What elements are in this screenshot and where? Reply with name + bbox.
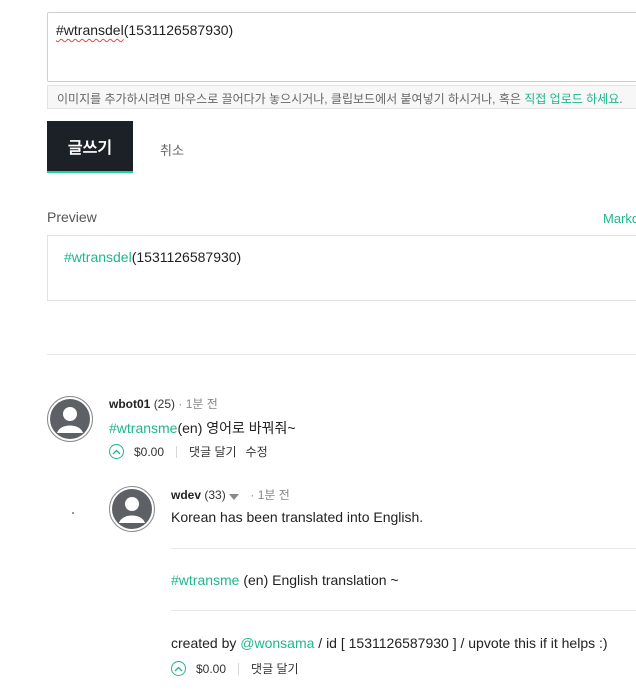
- created-by-label: created by: [171, 635, 241, 651]
- translation-line: #wtransme (en) English translation ~: [171, 572, 399, 588]
- preview-text: #wtransdel(1531126587930): [64, 249, 241, 265]
- editor-hashtag: #wtransdel: [56, 22, 124, 38]
- divider: [47, 354, 636, 355]
- cancel-button[interactable]: 취소: [160, 140, 184, 159]
- comment-hashtag[interactable]: #wtransme: [109, 420, 177, 436]
- upvote-icon[interactable]: [171, 661, 186, 676]
- avatar-icon: [50, 399, 90, 439]
- divider: [171, 548, 636, 549]
- reply-body: Korean has been translated into English.: [171, 509, 424, 525]
- reply-button[interactable]: 댓글 달기: [251, 660, 299, 677]
- divider: [171, 610, 636, 611]
- comment-time[interactable]: · 1분 전: [250, 488, 289, 502]
- payout[interactable]: $0.00: [134, 445, 164, 459]
- thread-dot: [72, 512, 74, 514]
- reply-button[interactable]: 댓글 달기: [189, 443, 237, 460]
- reply-author-line: wdev (33) · 1분 전: [171, 486, 290, 503]
- editor-id: (1531126587930): [123, 22, 234, 38]
- comment-text: (en) 영어로 바꿔줘~: [177, 420, 296, 436]
- upload-hint: 이미지를 추가하시려면 마우스로 끌어다가 놓으시거나, 클립보드에서 붙여넣기…: [47, 85, 636, 109]
- comment-actions: $0.00 댓글 달기 수정: [109, 443, 268, 460]
- markdown-link[interactable]: Markdown: [603, 211, 636, 226]
- separator: [176, 445, 178, 458]
- upload-hint-suffix: .: [619, 92, 623, 106]
- avatar-icon[interactable]: [109, 486, 155, 532]
- comment-author-line: wbot01 (25) · 1분 전: [109, 395, 218, 412]
- mention-link[interactable]: @wonsama: [240, 635, 314, 651]
- author-name[interactable]: wbot01: [109, 397, 150, 411]
- avatar-icon[interactable]: [47, 396, 93, 442]
- separator: [238, 662, 240, 675]
- preview-hashtag[interactable]: #wtransdel: [64, 249, 132, 265]
- reply-hashtag[interactable]: #wtransme: [171, 572, 239, 588]
- comment-body: #wtransme(en) 영어로 바꿔줘~: [109, 418, 296, 438]
- reply-actions: $0.00 댓글 달기: [171, 660, 299, 677]
- upload-link[interactable]: 직접 업로드 하세요: [524, 92, 619, 106]
- author-name[interactable]: wdev: [171, 488, 201, 502]
- author-reputation: (33): [204, 488, 226, 502]
- author-reputation: (25): [153, 397, 176, 411]
- caret-down-icon[interactable]: [229, 489, 240, 503]
- avatar-icon: [112, 489, 152, 529]
- footer-text: / id [ 1531126587930 ] / upvote this if …: [314, 635, 608, 651]
- upload-hint-text: 이미지를 추가하시려면 마우스로 끌어다가 놓으시거나, 클립보드에서 붙여넣기…: [57, 92, 525, 106]
- preview-box: [47, 235, 636, 301]
- preview-label: Preview: [47, 209, 97, 225]
- translation-text: (en) English translation ~: [243, 572, 399, 588]
- created-by-line: created by @wonsama / id [ 1531126587930…: [171, 635, 608, 651]
- preview-id: (1531126587930): [131, 249, 242, 265]
- comment-time[interactable]: · 1분 전: [178, 397, 217, 411]
- upvote-icon[interactable]: [109, 444, 124, 459]
- write-button[interactable]: 글쓰기: [47, 121, 133, 173]
- payout[interactable]: $0.00: [196, 662, 226, 676]
- editor-text[interactable]: #wtransdel(1531126587930): [56, 22, 233, 38]
- edit-button[interactable]: 수정: [246, 443, 268, 460]
